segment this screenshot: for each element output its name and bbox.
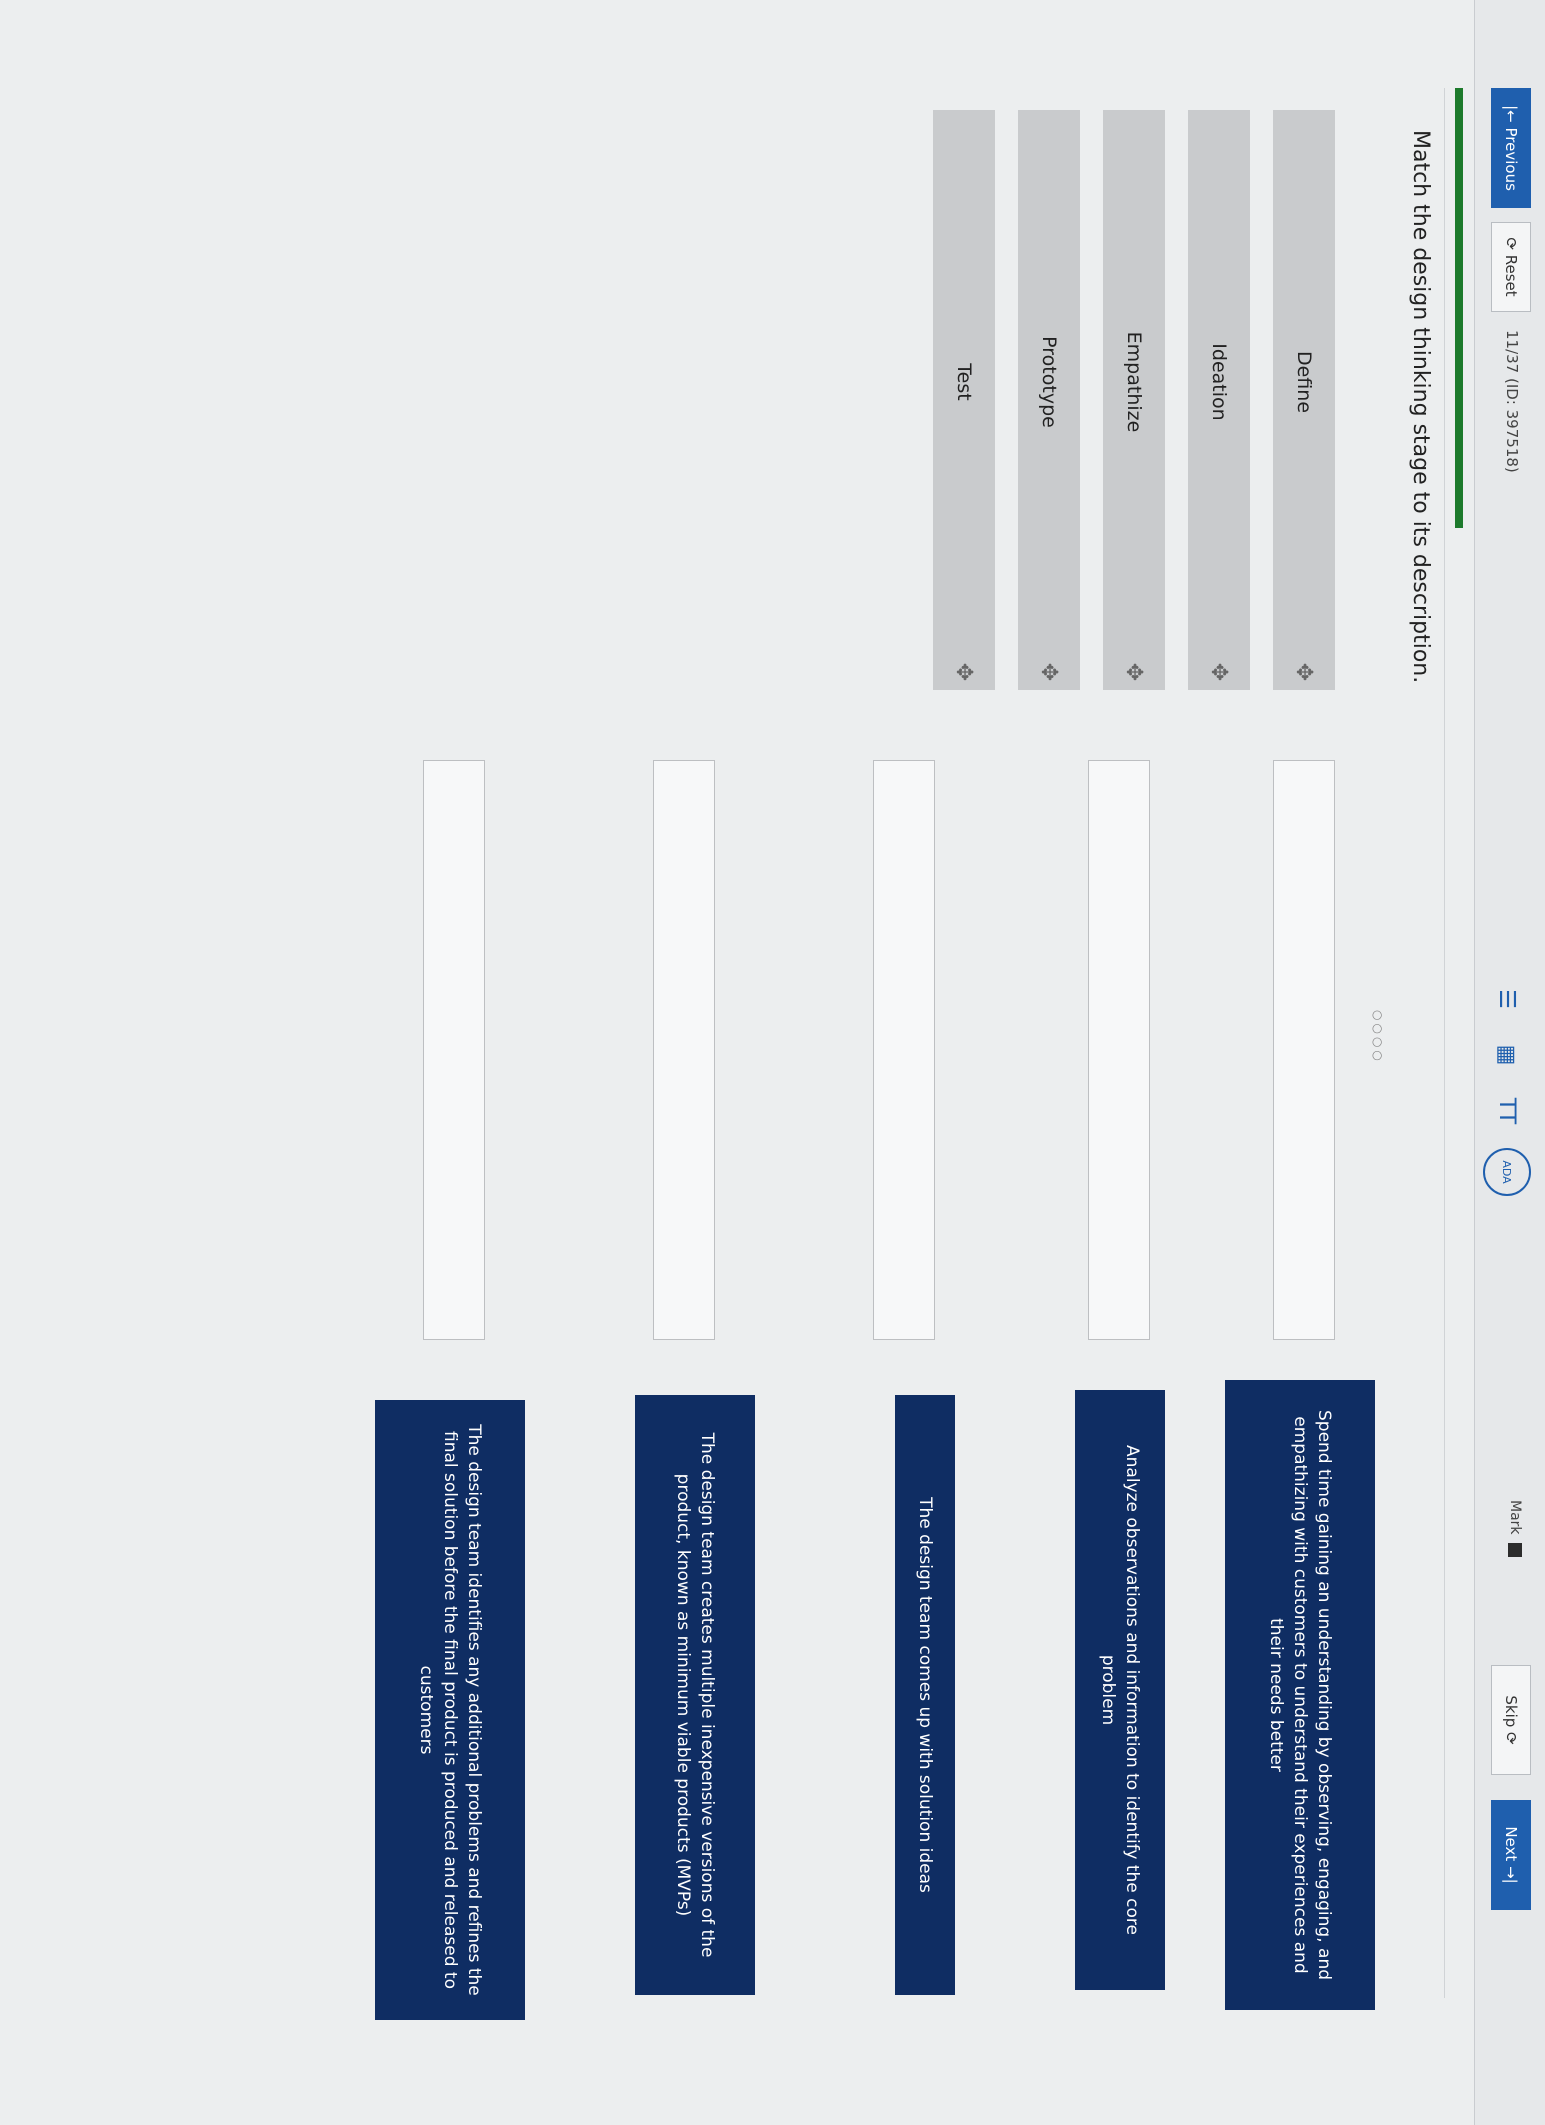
question-instruction: Match the design thinking stage to its d… (1408, 130, 1433, 684)
drop-slot[interactable] (1273, 760, 1335, 1340)
description-card: The design team comes up with solution i… (895, 1395, 955, 1995)
quiz-stage: |← Previous ⟳ Reset 11/37 (ID: 397518) ☰… (0, 0, 1545, 2125)
description-card: The design team identifies any additiona… (375, 1400, 525, 2020)
drop-slot[interactable] (873, 760, 935, 1340)
mark-label: Mark (1507, 1500, 1523, 1535)
stage-label: Ideation (1208, 343, 1230, 421)
tool-group: ☰ ▦ TT ADA (1483, 980, 1531, 1196)
description-text: Spend time gaining an understanding by o… (1266, 1409, 1334, 1981)
drag-handle-icon[interactable]: ✥ (1037, 654, 1062, 690)
description-card: The design team creates multiple inexpen… (635, 1395, 755, 1995)
stage-label: Prototype (1038, 336, 1060, 428)
next-button[interactable]: Next →| (1491, 1800, 1531, 1910)
description-card: Spend time gaining an understanding by o… (1225, 1380, 1375, 2010)
drop-slot[interactable] (1088, 760, 1150, 1340)
drag-handle-icon[interactable]: ✥ (1122, 654, 1147, 690)
description-text: Analyze observations and information to … (1098, 1445, 1142, 1935)
pagination-dots: ○○○○ (1371, 1010, 1385, 1064)
description-text: The design team identifies any additiona… (416, 1424, 484, 1996)
divider (1444, 88, 1445, 1998)
previous-button[interactable]: |← Previous (1491, 88, 1531, 208)
stage-card-define[interactable]: Define ✥ (1273, 110, 1335, 690)
drag-handle-icon[interactable]: ✥ (1292, 654, 1317, 690)
description-card: Analyze observations and information to … (1075, 1390, 1165, 1990)
stage-card-test[interactable]: Test ✥ (933, 110, 995, 690)
drop-slot[interactable] (423, 760, 485, 1340)
mark-checkbox[interactable] (1508, 1542, 1522, 1557)
drag-handle-icon[interactable]: ✥ (952, 654, 977, 690)
progress-indicator (1455, 88, 1463, 528)
stage-label: Test (953, 363, 975, 401)
top-navigation-bar: |← Previous ⟳ Reset 11/37 (ID: 397518) ☰… (1474, 0, 1545, 2125)
drag-handle-icon[interactable]: ✥ (1207, 654, 1232, 690)
skip-button[interactable]: Skip ⟳ (1491, 1665, 1531, 1775)
description-text: The design team comes up with solution i… (915, 1497, 935, 1893)
reset-button[interactable]: ⟳ Reset (1491, 222, 1531, 312)
stage-card-ideation[interactable]: Ideation ✥ (1188, 110, 1250, 690)
drop-slot[interactable] (653, 760, 715, 1340)
list-icon[interactable]: ☰ (1488, 980, 1526, 1018)
description-text: The design team creates multiple inexpen… (673, 1432, 717, 1958)
mark-toggle[interactable]: Mark (1507, 1500, 1523, 1557)
stage-label: Empathize (1123, 331, 1145, 433)
stage-card-empathize[interactable]: Empathize ✥ (1103, 110, 1165, 690)
calculator-icon[interactable]: ▦ (1488, 1036, 1526, 1074)
text-size-icon[interactable]: TT (1488, 1092, 1526, 1130)
ada-button[interactable]: ADA (1483, 1148, 1531, 1196)
stage-card-prototype[interactable]: Prototype ✥ (1018, 110, 1080, 690)
question-progress: 11/37 (ID: 397518) (1503, 330, 1521, 473)
stage-label: Define (1293, 350, 1315, 414)
